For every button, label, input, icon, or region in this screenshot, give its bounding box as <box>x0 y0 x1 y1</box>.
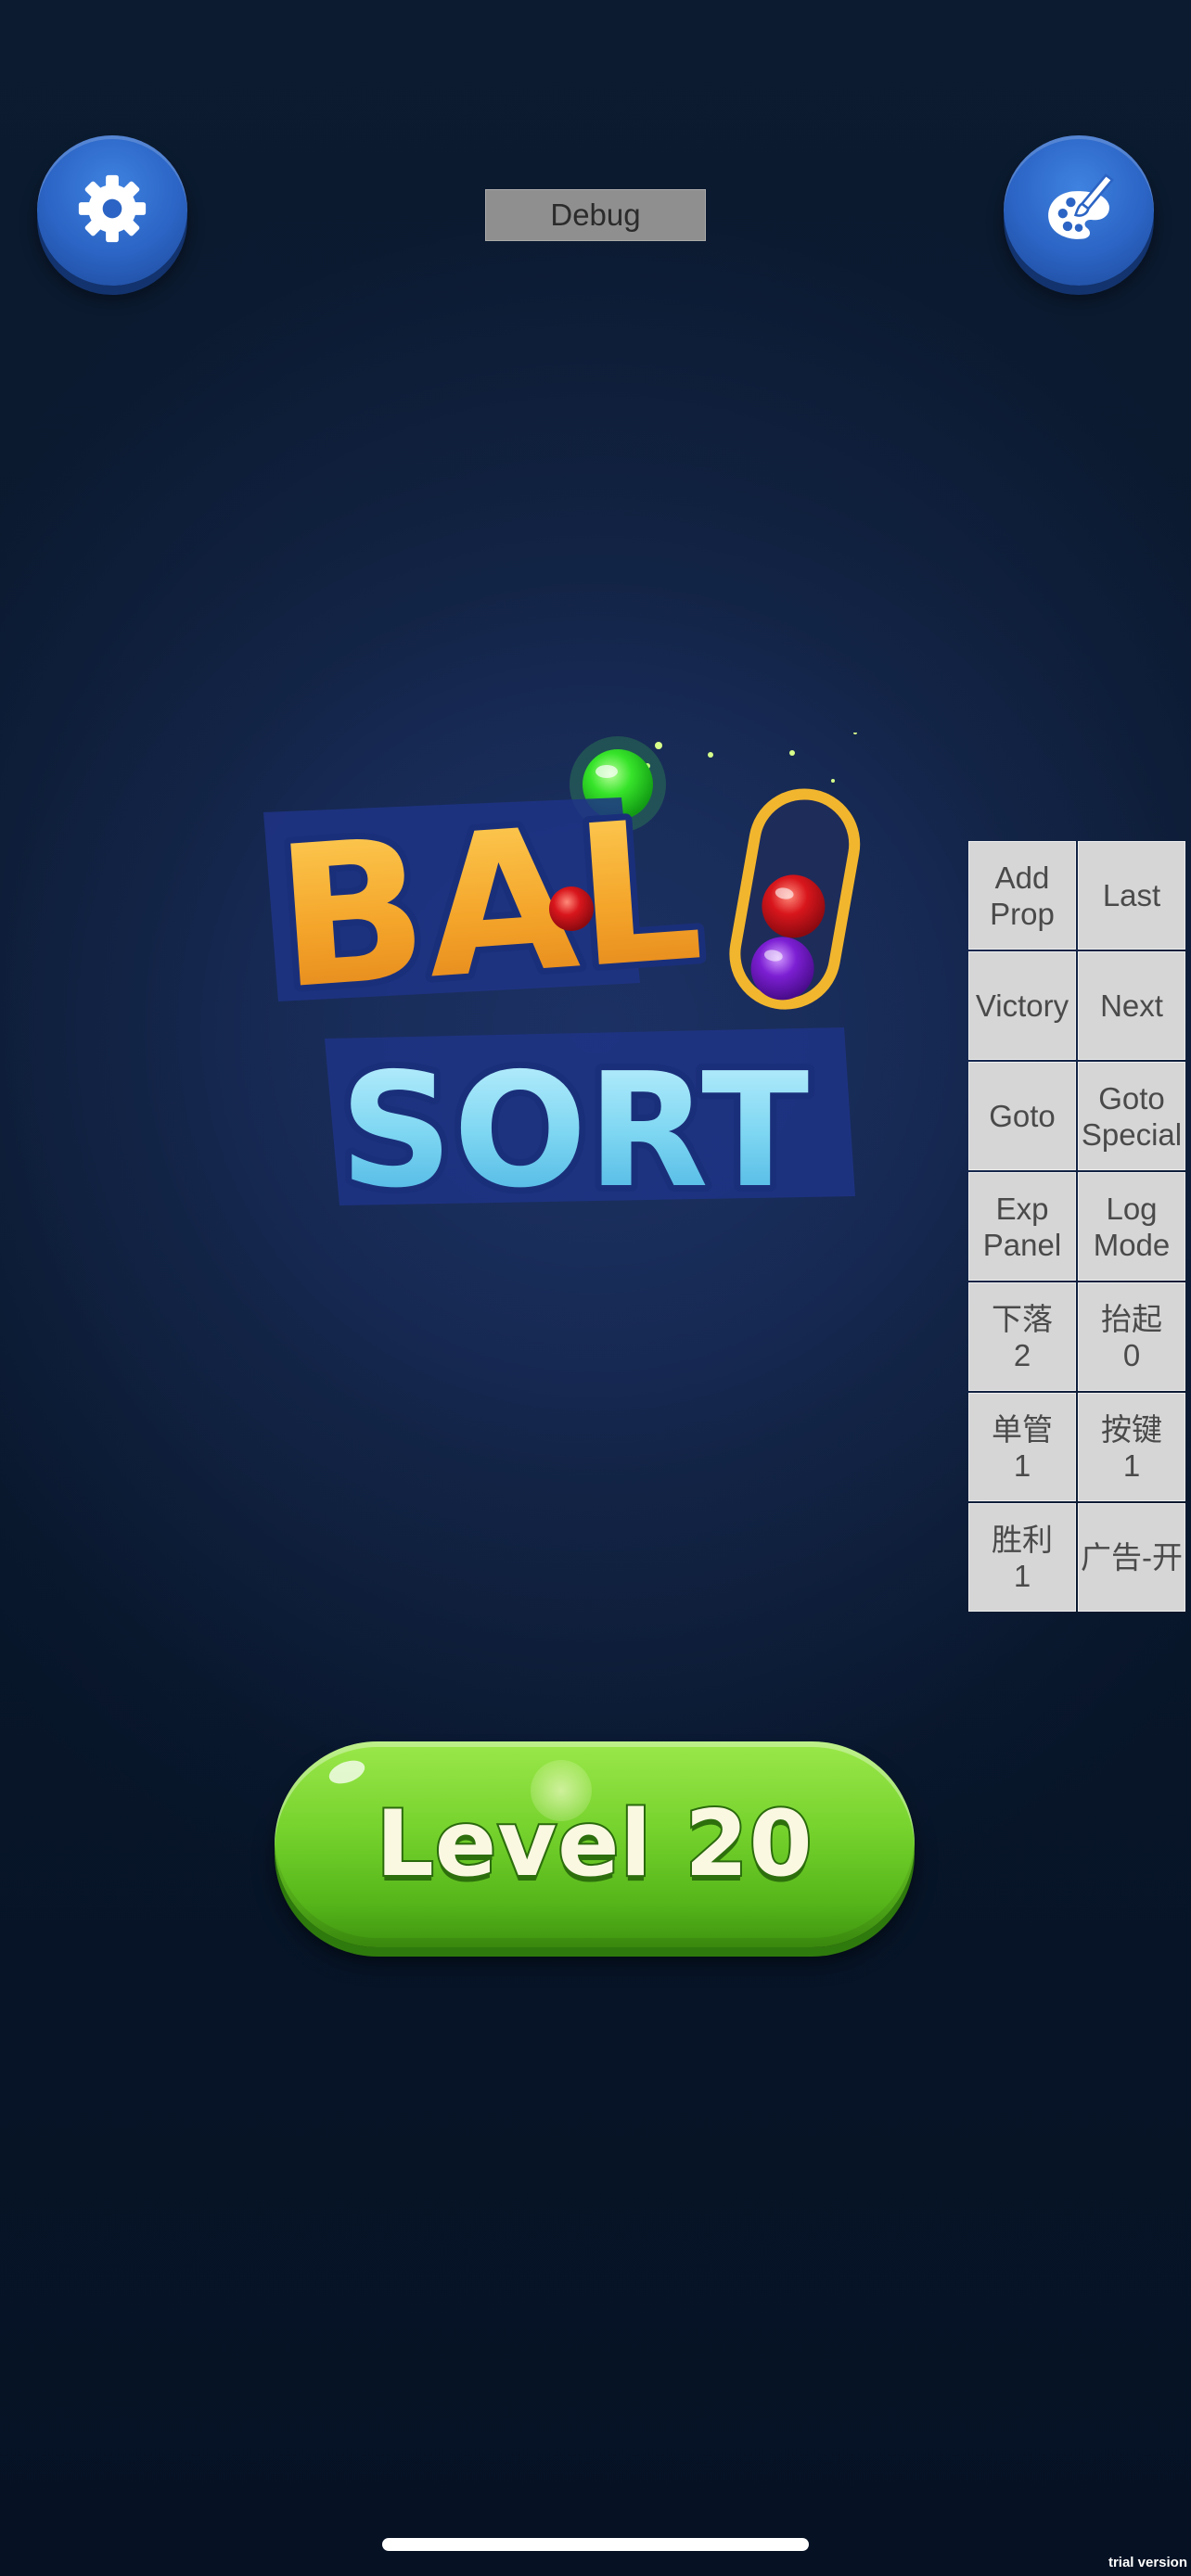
debug-goto-special-button[interactable]: Goto Special <box>1078 1062 1185 1170</box>
trial-watermark: trial version <box>1108 2555 1187 2570</box>
level-play-button[interactable]: Level 20 <box>275 1741 915 1947</box>
button-shine <box>326 1755 368 1789</box>
ball-sort-logo: BAL SORT <box>250 709 918 1252</box>
gear-icon <box>72 169 152 253</box>
debug-button[interactable]: Debug <box>485 189 706 241</box>
tube-graphic <box>729 788 861 1010</box>
debug-exp-panel-button[interactable]: Exp Panel <box>968 1172 1076 1281</box>
debug-next-button[interactable]: Next <box>1078 951 1185 1060</box>
debug-goto-button[interactable]: Goto <box>968 1062 1076 1170</box>
debug-win-button[interactable]: 胜利 1 <box>968 1503 1076 1612</box>
debug-lift-button[interactable]: 抬起 0 <box>1078 1282 1185 1391</box>
debug-key-button[interactable]: 按键 1 <box>1078 1393 1185 1501</box>
debug-add-prop-button[interactable]: Add Prop <box>968 841 1076 950</box>
logo-word-sort: SORT <box>339 1039 809 1223</box>
debug-victory-button[interactable]: Victory <box>968 951 1076 1060</box>
debug-panel: Add Prop Last Victory Next Goto Goto Spe… <box>968 841 1187 1612</box>
game-home-screen: Debug BAL SORT Add Prop Last Victory Nex… <box>0 0 1191 2576</box>
debug-single-tube-button[interactable]: 单管 1 <box>968 1393 1076 1501</box>
debug-last-button[interactable]: Last <box>1078 841 1185 950</box>
home-indicator[interactable] <box>382 2538 809 2551</box>
debug-drop-button[interactable]: 下落 2 <box>968 1282 1076 1391</box>
logo-word-ball: BAL <box>270 776 708 1032</box>
debug-ads-toggle-button[interactable]: 广告-开 <box>1078 1503 1185 1612</box>
level-label: Level 20 <box>374 1790 813 1899</box>
theme-button[interactable] <box>1004 135 1154 286</box>
settings-button[interactable] <box>37 135 187 286</box>
debug-log-mode-button[interactable]: Log Mode <box>1078 1172 1185 1281</box>
logo-graphic: BAL SORT <box>263 709 861 1230</box>
palette-brush-icon <box>1039 169 1119 253</box>
